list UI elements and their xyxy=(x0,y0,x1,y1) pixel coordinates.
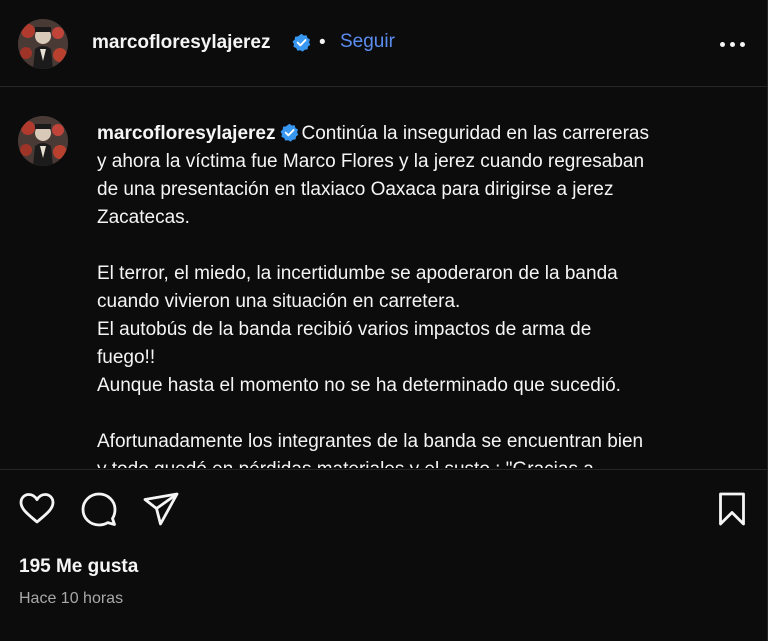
caption-line: cuando vivieron una situación en carrete… xyxy=(97,291,461,312)
post-panel: marcofloresylajerez • Seguir marcoflores… xyxy=(0,0,768,641)
caption-line: y todo quedó en pérdidas materiales y el… xyxy=(97,456,737,468)
likes-count[interactable]: 195 Me gusta xyxy=(19,556,138,578)
avatar[interactable] xyxy=(18,19,68,69)
bookmark-icon[interactable] xyxy=(712,489,752,529)
caption-line: Afortunadamente los integrantes de la ba… xyxy=(97,431,644,452)
comment-icon[interactable] xyxy=(79,489,119,529)
verified-badge-icon xyxy=(280,123,299,142)
caption-line: y ahora la víctima fue Marco Flores y la… xyxy=(97,151,645,172)
caption-line: de una presentación en tlaxiaco Oaxaca p… xyxy=(97,179,614,200)
more-options-icon[interactable] xyxy=(716,30,748,58)
follow-button[interactable]: Seguir xyxy=(340,31,395,53)
post-actions: 195 Me gusta Hace 10 horas xyxy=(0,469,768,641)
post-timestamp[interactable]: Hace 10 horas xyxy=(19,590,123,608)
caption-line: fuego!! xyxy=(97,347,156,368)
caption-line: Zacatecas. xyxy=(97,207,190,228)
caption-line-text: Continúa la inseguridad en las carrerera… xyxy=(301,123,649,144)
send-icon[interactable] xyxy=(141,489,181,529)
verified-badge-icon xyxy=(292,33,311,52)
caption-line: Aunque hasta el momento no se ha determi… xyxy=(97,375,621,396)
caption-paragraph: El terror, el miedo, la incertidumbe se … xyxy=(97,260,737,400)
avatar[interactable] xyxy=(18,116,68,166)
caption-line: El autobús de la banda recibió varios im… xyxy=(97,319,592,340)
caption-line: El terror, el miedo, la incertidumbe se … xyxy=(97,263,618,284)
post-header: marcofloresylajerez • Seguir xyxy=(0,0,768,87)
caption-line: marcofloresylajerez Continúa la insegurid… xyxy=(97,120,737,148)
caption-paragraph: marcofloresylajerez Continúa la insegurid… xyxy=(97,120,737,232)
separator-dot: • xyxy=(319,32,326,53)
caption-paragraph: Afortunadamente los integrantes de la ba… xyxy=(97,428,737,468)
heart-icon[interactable] xyxy=(17,489,57,529)
caption-text: marcofloresylajerez Continúa la insegurid… xyxy=(97,120,737,468)
header-username[interactable]: marcofloresylajerez xyxy=(92,32,271,54)
caption-username[interactable]: marcofloresylajerez xyxy=(97,123,276,144)
caption-area: marcofloresylajerez Continúa la insegurid… xyxy=(0,88,768,468)
